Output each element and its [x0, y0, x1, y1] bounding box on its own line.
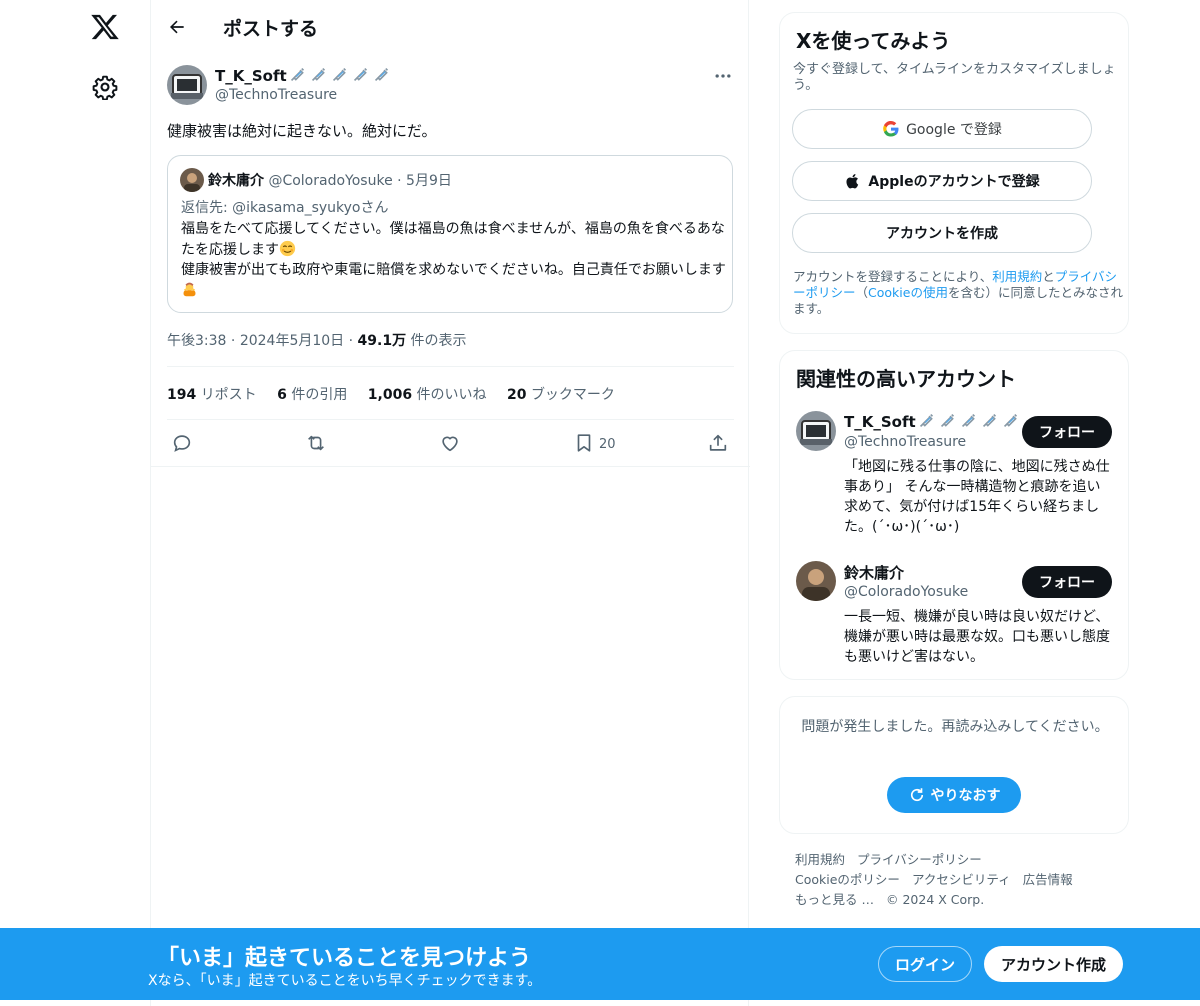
quoted-author-avatar[interactable] [180, 168, 204, 192]
tweet-text: 健康被害は絶対に起きない。絶対にだ。 [167, 122, 437, 140]
signup-button[interactable]: アカウント作成 [984, 946, 1123, 982]
quoted-tweet-date[interactable]: 5月9日 [406, 173, 452, 189]
syringe-icons [918, 412, 1019, 429]
google-signup-button[interactable]: Google で登録 [792, 109, 1092, 149]
syringe-icon [961, 413, 975, 428]
quoted-tweet[interactable]: 鈴木庸介 @ColoradoYosuke · 5月9日 返信先: @ikasam… [167, 155, 733, 313]
main-column: ポストする T_K_Soft @TechnoTreasure 健康被害は絶対に起… [150, 0, 750, 1006]
author-handle[interactable]: @TechnoTreasure [215, 87, 337, 103]
syringe-icon [332, 67, 346, 82]
bowing-person-emoji-icon [183, 282, 196, 296]
footer-link-terms[interactable]: 利用規約 [795, 852, 845, 867]
bookmarks-stat: 20 ブックマーク [507, 387, 615, 403]
google-logo-icon [883, 120, 899, 137]
page-title: ポストする [223, 18, 319, 40]
follow-button[interactable]: フォロー [1022, 566, 1112, 598]
footer-link-privacy[interactable]: プライバシーポリシー [857, 852, 982, 867]
refresh-icon [910, 788, 923, 802]
create-account-button[interactable]: アカウントを作成 [792, 213, 1092, 253]
page-header: ポストする [151, 0, 750, 53]
apple-signup-button[interactable]: Appleのアカウントで登録 [792, 161, 1092, 201]
quoted-author-handle[interactable]: @ColoradoYosuke [268, 173, 392, 189]
quoted-author-name[interactable]: 鈴木庸介 [208, 173, 264, 189]
syringe-icon [919, 413, 933, 428]
syringe-icon [940, 413, 954, 428]
likes-stat[interactable]: 1,006 件のいいね [368, 387, 487, 403]
share-icon[interactable] [707, 432, 729, 454]
views-count: 49.1万 [357, 333, 407, 349]
left-nav [0, 0, 150, 1006]
divider [167, 366, 734, 367]
related-accounts-card: 関連性の高いアカウント T_K_Soft @TechnoTreasure フォロ… [779, 350, 1129, 680]
copyright: © 2024 X Corp. [885, 892, 985, 907]
tweet-time[interactable]: 午後3:38 [167, 333, 226, 349]
related-account-avatar[interactable] [796, 561, 836, 601]
terms-link[interactable]: 利用規約 [992, 269, 1042, 284]
reply-to-label: 返信先: @ikasama_syukyoさん [181, 200, 389, 216]
syringe-icon [311, 67, 325, 82]
syringe-icon [353, 67, 367, 82]
signup-card-subtitle: 今すぐ登録して、タイムラインをカスタマイズしましょう。 [793, 62, 1116, 93]
follow-button[interactable]: フォロー [1022, 416, 1112, 448]
error-card: 問題が発生しました。再読み込みしてください。 やりなおす [779, 696, 1129, 834]
bottom-bar-title: 「いま」起きていることを見つけよう [157, 946, 532, 971]
footer-link-ads[interactable]: 広告情報 [1023, 872, 1073, 887]
related-account-handle[interactable]: @TechnoTreasure [844, 434, 966, 450]
footer-link-accessibility[interactable]: アクセシビリティ [912, 872, 1011, 887]
gear-icon[interactable] [92, 74, 118, 100]
syringe-icon [374, 67, 388, 82]
tweet-date[interactable]: 2024年5月10日 [240, 333, 344, 349]
reply-icon[interactable] [171, 432, 193, 454]
related-account-avatar[interactable] [796, 411, 836, 451]
syringe-icon [982, 413, 996, 428]
quotes-stat[interactable]: 6 件の引用 [277, 387, 347, 403]
back-arrow-icon[interactable] [167, 17, 187, 37]
error-message: 問題が発生しました。再読み込みしてください。 [801, 719, 1109, 735]
related-account-handle[interactable]: @ColoradoYosuke [844, 584, 968, 600]
more-options-icon[interactable] [713, 66, 733, 86]
syringe-icons [289, 66, 390, 83]
footer-links: 利用規約 プライバシーポリシー Cookieのポリシー アクセシビリティ 広告情報 も… [795, 850, 1115, 910]
footer-link-more[interactable]: もっと見る … [795, 892, 874, 907]
bottom-bar-subtitle: Xなら、「いま」起きていることをいち早くチェックできます。 [148, 973, 542, 989]
author-name[interactable]: T_K_Soft [215, 66, 390, 85]
like-heart-icon[interactable] [439, 432, 461, 454]
quoted-tweet-text: 福島をたべて応援してください。僕は福島の魚は食べませんが、福島の魚を食べるあなた… [181, 219, 726, 301]
footer-link-cookie[interactable]: Cookieのポリシー [795, 872, 900, 887]
syringe-icon [290, 67, 304, 82]
related-account-bio: 「地図に残る仕事の陰に、地図に残さぬ仕事あり」 そんな一時構造物と痕跡を追い求め… [844, 459, 1110, 535]
bookmark-icon[interactable] [573, 432, 595, 454]
related-account-bio: 一長一短、機嫌が良い時は良い奴だけど、機嫌が悪い時は最悪な奴。口も悪いし態度も悪… [844, 609, 1110, 665]
signup-legal-text: アカウントを登録することにより、利用規約とプライバシーポリシー（Cookieの使… [793, 269, 1123, 316]
cookie-link[interactable]: Cookieの使用 [868, 285, 948, 300]
signup-card: Xを使ってみよう 今すぐ登録して、タイムラインをカスタマイズしましょう。 Goo… [779, 12, 1129, 334]
x-logo-icon[interactable] [90, 12, 120, 42]
reposts-stat[interactable]: 194 リポスト [167, 387, 257, 403]
author-avatar[interactable] [167, 65, 207, 105]
relieved-face-emoji-icon [279, 240, 296, 256]
tweet-meta: 午後3:38 · 2024年5月10日 · 49.1万 件の表示 [167, 333, 467, 349]
repost-icon[interactable] [305, 432, 327, 454]
bottom-signup-bar: 「いま」起きていることを見つけよう Xなら、「いま」起きていることをいち早くチェ… [0, 928, 1200, 1000]
login-button[interactable]: ログイン [878, 946, 972, 982]
retry-button[interactable]: やりなおす [887, 777, 1021, 813]
tweet-actions: 20 [151, 420, 750, 467]
signup-card-title: Xを使ってみよう [796, 29, 951, 53]
quoted-tweet-header: 鈴木庸介 @ColoradoYosuke · 5月9日 [208, 173, 452, 189]
views-label: 件の表示 [410, 333, 467, 349]
bookmark-count: 20 [599, 437, 616, 452]
related-account-name[interactable]: T_K_Soft [844, 412, 1019, 431]
related-account-name[interactable]: 鈴木庸介 [844, 562, 904, 583]
related-accounts-title: 関連性の高いアカウント [796, 367, 1016, 391]
apple-logo-icon [846, 173, 859, 189]
syringe-icon [1003, 413, 1017, 428]
tweet-stats: 194 リポスト 6 件の引用 1,006 件のいいね 20 ブックマーク [167, 384, 631, 404]
